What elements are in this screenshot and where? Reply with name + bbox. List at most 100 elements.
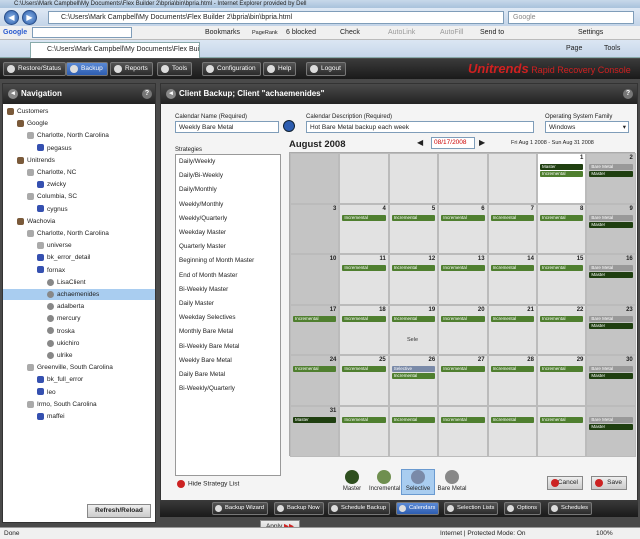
search-input[interactable]: Google <box>508 11 634 24</box>
legend-bare-metal[interactable]: Bare Metal <box>437 470 467 492</box>
strategy-item[interactable]: Weekday Master <box>179 229 226 236</box>
help-icon[interactable]: ? <box>623 89 633 99</box>
tools-menu[interactable]: Tools <box>604 43 620 55</box>
tab-options[interactable]: Options <box>504 502 541 515</box>
tree-node[interactable]: universe <box>3 240 155 251</box>
calendar-day-cell[interactable]: 30 Bare Metal Master <box>586 355 636 406</box>
tab-schedules[interactable]: Schedules <box>548 502 593 515</box>
send-to-button[interactable]: Send to <box>480 26 504 40</box>
backup-event[interactable]: Incremental <box>441 214 485 221</box>
popup-blocked-button[interactable]: 6 blocked <box>286 26 316 40</box>
next-month-icon[interactable]: ▶ <box>479 138 485 147</box>
tree-node[interactable]: Google <box>3 118 155 129</box>
backup-event[interactable]: Incremental <box>540 366 584 373</box>
strategy-item[interactable]: Daily Master <box>179 300 214 307</box>
tools-button[interactable]: Tools <box>157 62 193 76</box>
tab-selection-lists[interactable]: Selection Lists <box>444 502 499 515</box>
page-menu[interactable]: Page <box>566 43 582 55</box>
backup-event[interactable]: Incremental <box>540 315 584 322</box>
tree-node[interactable]: troska <box>3 326 155 337</box>
backup-event[interactable]: Bare Metal <box>589 164 633 170</box>
calendar-day-cell[interactable]: Incremental <box>537 406 587 457</box>
backup-event[interactable]: Master <box>540 164 584 170</box>
calendar-day-cell[interactable]: 13 Incremental <box>438 254 488 305</box>
calendar-day-cell[interactable]: 24 Incremental <box>290 355 340 406</box>
strategy-item[interactable]: Monthly Bare Metal <box>179 328 233 335</box>
os-family-select[interactable]: Windows ▾ <box>545 121 629 133</box>
calendar-day-cell[interactable]: Incremental <box>487 406 537 457</box>
tab-schedule-backup[interactable]: Schedule Backup <box>328 502 391 515</box>
tab-backup-now[interactable]: Backup Now <box>274 502 324 515</box>
backup-event[interactable]: Master <box>589 322 633 329</box>
tree-node[interactable]: ulrike <box>3 350 155 361</box>
strategy-item[interactable]: Daily/Monthly <box>179 186 217 193</box>
forward-icon[interactable]: ▶ <box>22 10 37 25</box>
backup-event[interactable]: Incremental <box>342 417 386 423</box>
backup-event[interactable]: Master <box>589 221 633 228</box>
strategy-item[interactable]: Bi-Weekly Bare Metal <box>179 343 239 350</box>
help-button[interactable]: Help <box>263 62 297 76</box>
backup-button[interactable]: Backup <box>66 62 108 76</box>
tree-node[interactable]: ukichiro <box>3 338 155 349</box>
calendar-day-cell[interactable] <box>438 153 488 204</box>
calendar-day-cell[interactable]: 4 Incremental <box>339 203 389 255</box>
back-icon[interactable]: ◀ <box>4 10 19 25</box>
autofill-button[interactable]: AutoFill <box>440 26 463 40</box>
backup-event[interactable]: Incremental <box>391 265 436 272</box>
backup-event[interactable]: Bare Metal <box>589 417 633 423</box>
backup-event[interactable]: Incremental <box>490 417 534 423</box>
calendar-day-cell[interactable]: 31 Master <box>290 406 340 457</box>
strategy-item[interactable]: Beginning of Month Master <box>179 257 254 264</box>
strategy-item[interactable]: Daily Bare Metal <box>179 371 225 378</box>
tree-node[interactable]: Charlotte, NC <box>3 167 155 178</box>
calendar-day-cell[interactable]: 15 Incremental <box>537 254 587 305</box>
calendar-day-cell[interactable]: 28 Incremental <box>487 355 537 406</box>
browser-tab[interactable]: C:\Users\Mark Campbell\My Documents\Flex… <box>30 42 200 58</box>
backup-event[interactable]: Incremental <box>391 315 436 322</box>
save-button[interactable]: Save <box>591 476 627 490</box>
backup-event[interactable]: Incremental <box>441 315 485 322</box>
date-input[interactable]: 08/17/2008 <box>431 137 475 149</box>
address-bar[interactable]: C:\Users\Mark Campbell\My Documents\Flex… <box>48 11 504 24</box>
google-search-field[interactable] <box>32 27 132 38</box>
tree-node[interactable]: bk_error_detail <box>3 252 155 263</box>
clock-icon[interactable] <box>283 120 295 132</box>
calendar-day-cell[interactable] <box>339 153 389 204</box>
cancel-button[interactable]: Cancel <box>547 476 583 490</box>
tree-node[interactable]: achaemenides <box>3 289 155 300</box>
calendar-day-cell[interactable]: 22 Incremental <box>537 304 587 356</box>
calendar-day-cell[interactable]: 29 Incremental <box>537 355 587 406</box>
legend-master[interactable]: Master <box>337 470 367 492</box>
calendar-day-cell[interactable]: 23 Bare Metal Master <box>586 304 636 356</box>
backup-event[interactable]: Master <box>589 171 633 177</box>
backup-event[interactable]: Incremental <box>441 265 485 272</box>
strategy-item[interactable]: Quarterly Master <box>179 243 226 250</box>
backup-event[interactable]: Incremental <box>490 265 534 272</box>
backup-event[interactable]: Incremental <box>391 373 436 380</box>
backup-event[interactable]: Master <box>589 373 633 380</box>
strategy-item[interactable]: End of Month Master <box>179 272 237 279</box>
strategy-item[interactable]: Bi-Weekly Master <box>179 286 228 293</box>
legend-incremental[interactable]: Incremental <box>369 470 400 492</box>
calendar-day-cell[interactable]: 17 Incremental <box>290 304 340 356</box>
restore-status-button[interactable]: Restore/Status <box>3 62 66 76</box>
tree-node[interactable]: Unitrends <box>3 155 155 166</box>
backup-event[interactable]: Incremental <box>293 315 337 322</box>
calendar-day-cell[interactable]: 19 Incremental <box>388 304 439 356</box>
tree-node[interactable]: Wachovia <box>3 216 155 227</box>
tree-node[interactable]: Irmo, South Carolina <box>3 399 155 410</box>
calendar-day-cell[interactable]: Incremental <box>388 406 439 457</box>
backup-event[interactable]: Incremental <box>490 214 534 221</box>
legend-selective[interactable]: Selective <box>403 470 433 492</box>
backup-event[interactable]: Bare Metal <box>589 366 633 373</box>
calendar-day-cell[interactable]: 11 Incremental <box>339 254 389 305</box>
help-icon[interactable]: ? <box>142 89 152 99</box>
configuration-button[interactable]: Configuration <box>202 62 261 76</box>
tree-node[interactable]: Greenville, South Carolina <box>3 362 155 373</box>
calendar-day-cell[interactable]: Incremental <box>339 406 389 457</box>
backup-event[interactable]: Incremental <box>490 315 534 322</box>
refresh-reload-button[interactable]: Refresh/Reload <box>87 504 151 518</box>
calendar-day-cell[interactable]: 14 Incremental <box>487 254 537 305</box>
calendar-day-cell[interactable]: 6 Incremental <box>438 203 488 255</box>
reports-button[interactable]: Reports <box>110 62 153 76</box>
